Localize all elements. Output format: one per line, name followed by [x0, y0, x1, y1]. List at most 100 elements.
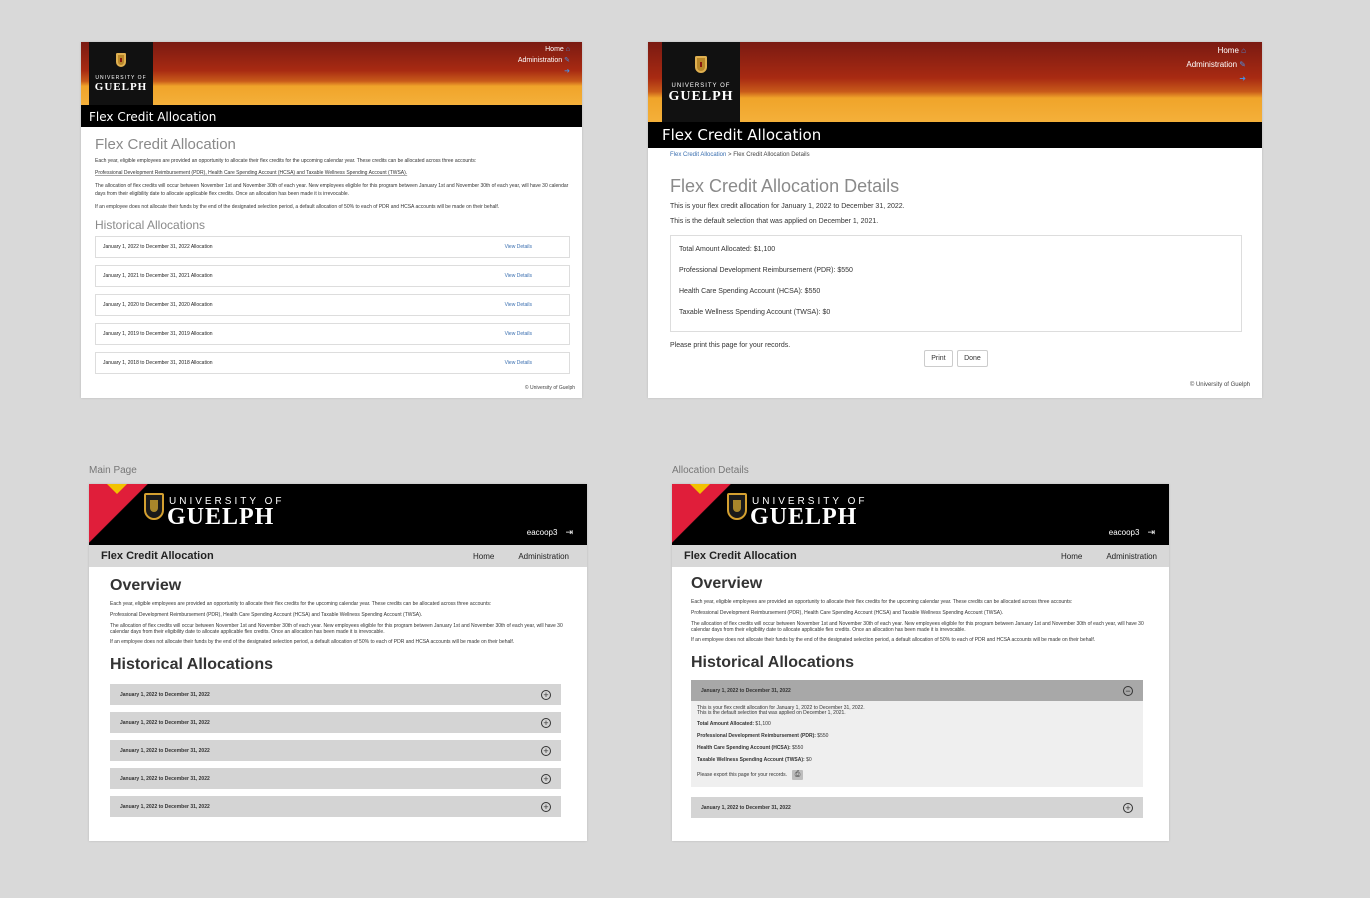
nav-home-link[interactable]: Home ⌂ [1186, 44, 1246, 58]
accounts-paragraph: Professional Development Reimbursement (… [95, 170, 408, 176]
nav-admin-link[interactable]: Administration ✎ [1186, 58, 1246, 72]
sub-nav: Flex Credit Allocation Home Administrati… [672, 545, 1169, 567]
nav-admin-link[interactable]: Administration ✎ [518, 55, 570, 66]
pdr-amount: Professional Development Reimbursement (… [679, 267, 853, 274]
accordion-row[interactable]: January 1, 2022 to December 31, 2022 + [110, 712, 561, 733]
logout-icon[interactable]: ⇥ [565, 527, 573, 538]
expand-icon[interactable]: + [541, 773, 551, 784]
default-allocation-paragraph: If an employee does not allocate their f… [110, 639, 515, 645]
user-menu[interactable]: eacoop3 ⇥ [1109, 527, 1155, 538]
allocation-row: January 1, 2021 to December 31, 2021 All… [95, 265, 570, 287]
view-details-link[interactable]: View Details [505, 302, 532, 308]
accordion-row[interactable]: January 1, 2022 to December 31, 2022 + [110, 740, 561, 761]
print-button[interactable]: Print [924, 350, 953, 367]
historical-accordion: January 1, 2022 to December 31, 2022− Th… [691, 680, 1143, 818]
historical-allocations-heading: Historical Allocations [691, 654, 854, 671]
view-details-link[interactable]: View Details [505, 244, 532, 250]
allocation-period-paragraph: The allocation of flex credits will occu… [110, 623, 563, 635]
app-title: Flex Credit Allocation [101, 550, 214, 562]
expand-icon[interactable]: + [541, 717, 551, 728]
yellow-accent [690, 484, 710, 494]
old-header-banner [81, 42, 582, 105]
twsa-amount: Taxable Wellness Spending Account (TWSA)… [679, 309, 831, 316]
old-header-banner [648, 42, 1262, 122]
nav-home-link[interactable]: Home [1061, 552, 1082, 561]
done-button[interactable]: Done [957, 350, 988, 367]
accounts-paragraph: Professional Development Reimbursement (… [691, 610, 1004, 616]
nav-admin-link[interactable]: Administration [1106, 552, 1157, 561]
default-allocation-paragraph: If an employee does not allocate their f… [691, 637, 1096, 643]
pdr-amount: Professional Development Reimbursement (… [697, 733, 829, 739]
export-icon[interactable]: ⎙ [792, 770, 804, 780]
old-top-nav: Home ⌂ Administration ✎ ➜ [518, 44, 570, 77]
view-details-link[interactable]: View Details [505, 360, 532, 366]
crest-icon [116, 53, 126, 67]
allocation-row: January 1, 2022 to December 31, 2022 All… [95, 236, 570, 258]
allocation-details-label: Allocation Details [672, 465, 749, 476]
allocation-row: January 1, 2019 to December 31, 2019 All… [95, 323, 570, 345]
old-main-page: UNIVERSITY OF GUELPH Home ⌂ Administrati… [81, 42, 582, 398]
crest-icon [144, 493, 164, 520]
logout-icon[interactable]: ⇥ [1147, 527, 1155, 538]
expand-icon[interactable]: + [541, 745, 551, 756]
logout-link[interactable]: ➜ [518, 66, 570, 77]
intro-paragraph: Each year, eligible employees are provid… [110, 601, 492, 607]
twsa-amount: Taxable Wellness Spending Account (TWSA)… [697, 757, 812, 763]
allocation-row: January 1, 2018 to December 31, 2018 All… [95, 352, 570, 374]
nav-home-link[interactable]: Home [473, 552, 494, 561]
overview-heading: Overview [110, 577, 182, 594]
accordion-row[interactable]: January 1, 2022 to December 31, 2022 + [110, 684, 561, 705]
intro-paragraph: Each year, eligible employees are provid… [95, 158, 477, 164]
allocation-row: January 1, 2020 to December 31, 2020 All… [95, 294, 570, 316]
nav-admin-link[interactable]: Administration [518, 552, 569, 561]
accordion-row-expanded[interactable]: January 1, 2022 to December 31, 2022− [691, 680, 1143, 701]
logout-link[interactable]: ➜ [1186, 72, 1246, 86]
total-amount: Total Amount Allocated: $1,100 [697, 721, 771, 727]
expand-icon[interactable]: + [541, 801, 551, 812]
allocation-summary-box: Total Amount Allocated: $1,100 Professio… [670, 235, 1242, 332]
wrench-icon: ✎ [564, 57, 570, 64]
main-page-label: Main Page [89, 465, 137, 476]
logout-icon: ➜ [564, 68, 570, 75]
new-main-page: UNIVERSITY OF GUELPH eacoop3 ⇥ Flex Credi… [89, 484, 587, 841]
default-selection-text: This is the default selection that was a… [697, 710, 846, 716]
collapse-icon[interactable]: − [1123, 685, 1133, 696]
old-details-page: UNIVERSITY OF GUELPH Home ⌂ Administrati… [648, 42, 1262, 398]
view-details-link[interactable]: View Details [505, 331, 532, 337]
breadcrumb: Flex Credit Allocation > Flex Credit All… [670, 152, 810, 158]
new-header-banner: UNIVERSITY OF GUELPH eacoop3 ⇥ [672, 484, 1169, 545]
accordion-row[interactable]: January 1, 2022 to December 31, 2022 + [110, 796, 561, 817]
accordion-row[interactable]: January 1, 2022 to December 31, 2022 + [110, 768, 561, 789]
allocation-period-paragraph: The allocation of flex credits will occu… [95, 183, 569, 197]
logout-icon: ➜ [1239, 74, 1246, 83]
yellow-accent [107, 484, 127, 494]
new-header-banner: UNIVERSITY OF GUELPH eacoop3 ⇥ [89, 484, 587, 545]
accordion-row[interactable]: January 1, 2022 to December 31, 2022 + [691, 797, 1143, 818]
crest-icon [727, 493, 747, 520]
breadcrumb-link[interactable]: Flex Credit Allocation [670, 152, 726, 158]
accounts-paragraph: Professional Development Reimbursement (… [110, 612, 423, 618]
historical-accordion: January 1, 2022 to December 31, 2022 + Ja… [110, 684, 561, 817]
historical-allocations-heading: Historical Allocations [95, 218, 206, 232]
university-logo: UNIVERSITY OF GUELPH [662, 42, 740, 122]
footer: © University of Guelph [524, 385, 575, 391]
expand-icon[interactable]: + [1123, 802, 1133, 813]
hcsa-amount: Health Care Spending Account (HCSA): $55… [697, 745, 804, 751]
page-title-bar: Flex Credit Allocation [81, 105, 582, 127]
crest-icon [695, 56, 707, 73]
export-note: Please export this page for your records… [697, 770, 1137, 780]
home-icon: ⌂ [565, 46, 570, 53]
home-icon: ⌂ [1241, 46, 1246, 55]
default-allocation-paragraph: If an employee does not allocate their f… [95, 204, 500, 210]
overview-heading: Overview [691, 575, 763, 592]
view-details-link[interactable]: View Details [505, 273, 532, 279]
intro-paragraph: Each year, eligible employees are provid… [691, 599, 1073, 605]
new-details-page: UNIVERSITY OF GUELPH eacoop3 ⇥ Flex Credi… [672, 484, 1169, 841]
historical-allocations-heading: Historical Allocations [110, 656, 273, 673]
app-title: Flex Credit Allocation [684, 550, 797, 562]
user-menu[interactable]: eacoop3 ⇥ [527, 527, 573, 538]
nav-home-link[interactable]: Home ⌂ [518, 44, 570, 55]
page-title: Flex Credit Allocation [95, 136, 236, 153]
sub-nav: Flex Credit Allocation Home Administrati… [89, 545, 587, 567]
expand-icon[interactable]: + [541, 689, 551, 700]
